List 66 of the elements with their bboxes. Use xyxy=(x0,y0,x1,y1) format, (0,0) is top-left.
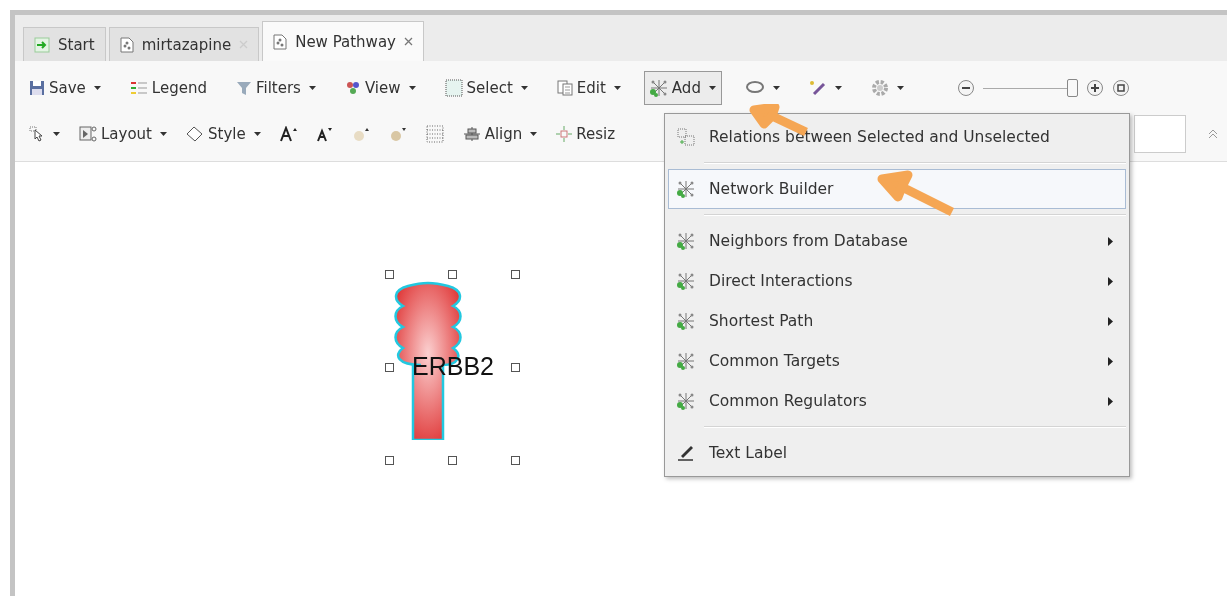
network-icon xyxy=(677,392,695,410)
menu-item[interactable]: Direct Interactions xyxy=(668,261,1126,301)
toolbar-button[interactable]: Style xyxy=(180,117,267,151)
zoom-in-icon[interactable] xyxy=(1085,79,1104,97)
toolbar-button[interactable]: Resiz xyxy=(550,117,622,151)
legend-icon xyxy=(129,80,148,96)
selection-handle[interactable] xyxy=(385,363,394,372)
menu-item[interactable]: Common Regulators xyxy=(668,381,1126,421)
toolbar-button[interactable]: Add xyxy=(643,71,722,105)
editor-tab[interactable]: mirtazapine xyxy=(108,27,260,61)
pointer-icon xyxy=(29,126,45,142)
selection-handle[interactable] xyxy=(448,270,457,279)
toolbar-button[interactable]: Filters xyxy=(229,71,322,105)
menu-item[interactable]: Text Label xyxy=(668,433,1126,473)
font-grow-icon xyxy=(279,126,298,142)
menu-item[interactable]: Neighbors from Database xyxy=(668,221,1126,261)
pencil-icon xyxy=(677,444,695,462)
toolbar-button[interactable]: Edit xyxy=(550,71,627,105)
layout-icon xyxy=(79,125,97,143)
clipboard-icon xyxy=(556,80,573,96)
selection-handle[interactable] xyxy=(448,456,457,465)
grid-icon xyxy=(425,125,444,143)
slider-thumb[interactable] xyxy=(1067,79,1079,97)
toolbar-button[interactable]: Legend xyxy=(123,71,213,105)
selection-handle[interactable] xyxy=(511,363,520,372)
brightness-up-icon xyxy=(351,126,370,142)
funnel-icon xyxy=(235,80,252,96)
network-icon xyxy=(649,79,668,97)
network-icon xyxy=(677,232,695,250)
brightness-down-icon xyxy=(388,126,407,142)
network-icon xyxy=(677,352,695,370)
editor-tab[interactable]: Start xyxy=(23,27,106,61)
network-icon xyxy=(677,272,695,290)
gear-icon xyxy=(870,79,889,97)
toolbar-button[interactable]: Align xyxy=(456,117,544,151)
zoom-out-icon[interactable] xyxy=(956,79,975,97)
network-icon xyxy=(677,180,695,198)
paint-bucket-icon xyxy=(186,126,204,142)
menu-item[interactable]: Common Targets xyxy=(668,341,1126,381)
selection-handle[interactable] xyxy=(511,456,520,465)
close-icon[interactable] xyxy=(403,37,413,46)
relations-icon xyxy=(677,128,695,146)
search-field[interactable] xyxy=(1134,115,1186,153)
document-icon xyxy=(273,33,288,50)
view-icon xyxy=(344,80,361,96)
align-icon xyxy=(462,126,481,142)
document-icon xyxy=(119,36,134,53)
resize-icon xyxy=(556,126,573,142)
toolbar-button[interactable]: Select xyxy=(438,71,534,105)
editor-tab[interactable]: New Pathway xyxy=(262,21,424,61)
pen-icon xyxy=(808,80,827,96)
collapse-icon[interactable] xyxy=(1207,128,1219,140)
selection-handle[interactable] xyxy=(511,270,520,279)
menu-item[interactable]: Shortest Path xyxy=(668,301,1126,341)
font-shrink-icon xyxy=(316,126,333,142)
toolbar-button[interactable]: View xyxy=(338,71,422,105)
fit-to-window-icon[interactable] xyxy=(1111,79,1130,97)
menu-item[interactable]: Network Builder xyxy=(668,169,1126,209)
selection-handle[interactable] xyxy=(385,456,394,465)
toolbar-button[interactable]: Save xyxy=(23,71,107,105)
toolbar-button[interactable]: Layout xyxy=(73,117,173,151)
selection-icon xyxy=(444,79,463,97)
network-icon xyxy=(677,312,695,330)
selection-handle[interactable] xyxy=(385,270,394,279)
lasso-icon xyxy=(744,80,765,96)
menu-item[interactable]: Relations between Selected and Unselected xyxy=(668,117,1126,157)
